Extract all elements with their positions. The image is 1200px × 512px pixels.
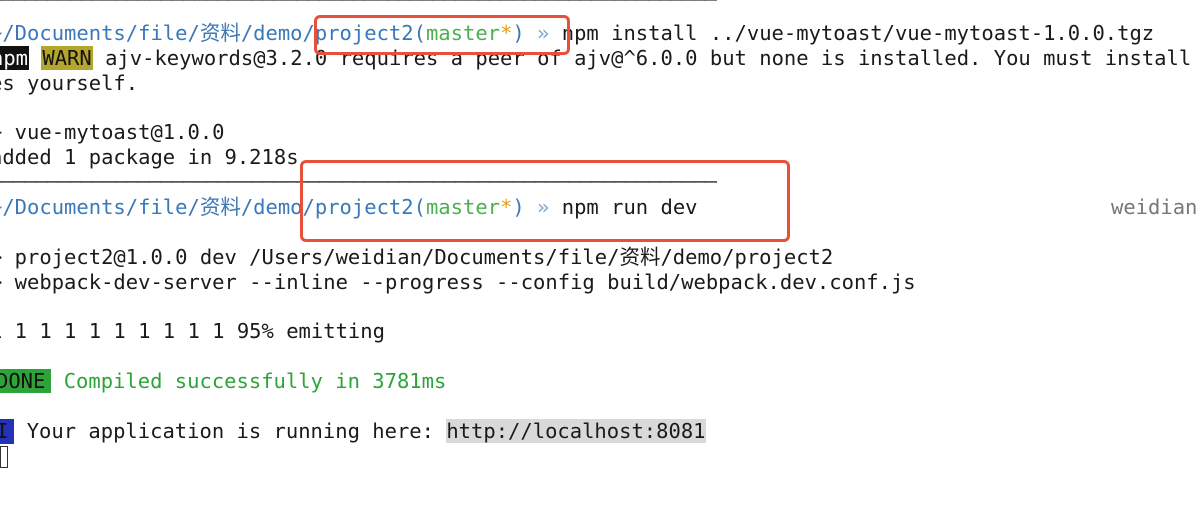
highlight-box-prompt2 — [300, 160, 790, 242]
added-packages-line: added 1 package in 9.218s — [0, 145, 299, 169]
terminal-window[interactable]: ────────────────────────────────────────… — [0, 0, 1200, 512]
info-badge: I — [0, 419, 15, 444]
warn-text: ajv-keywords@3.2.0 requires a peer of aj… — [105, 46, 1192, 70]
compiled-message: Compiled successfully in 3781ms — [63, 369, 447, 393]
running-line: I Your application is running here: http… — [0, 419, 706, 444]
npm-script-command-line: > webpack-dev-server --inline --progress… — [0, 270, 916, 294]
prompt-line-1: ~/Documents/file/资料/demo/project2(master… — [0, 21, 1154, 46]
npm-badge: npm — [0, 46, 30, 70]
separator-line: ────────────────────────────────────────… — [0, 0, 717, 12]
localhost-url-link[interactable]: http://localhost:8081 — [446, 419, 706, 443]
install-result-line: + vue-mytoast@1.0.0 — [0, 120, 225, 144]
npm-warn-line: npm WARN ajv-keywords@3.2.0 requires a p… — [0, 46, 1191, 71]
command-text: npm install ../vue-mytoast/vue-mytoast-1… — [561, 21, 1155, 45]
warn-continuation: es yourself. — [0, 71, 139, 95]
running-message: Your application is running here: — [26, 419, 434, 443]
done-badge: DONE — [0, 369, 52, 393]
highlight-box-prompt1 — [314, 15, 570, 55]
terminal-cursor — [0, 446, 8, 468]
progress-line: 1 1 1 1 1 1 1 1 1 1 95% emitting — [0, 319, 385, 343]
npm-script-line: > project2@1.0.0 dev /Users/weidian/Docu… — [0, 245, 834, 269]
warn-badge: WARN — [41, 46, 93, 70]
compiled-line: DONE Compiled successfully in 3781ms — [0, 369, 446, 394]
right-prompt-user: weidian — [1111, 195, 1198, 219]
